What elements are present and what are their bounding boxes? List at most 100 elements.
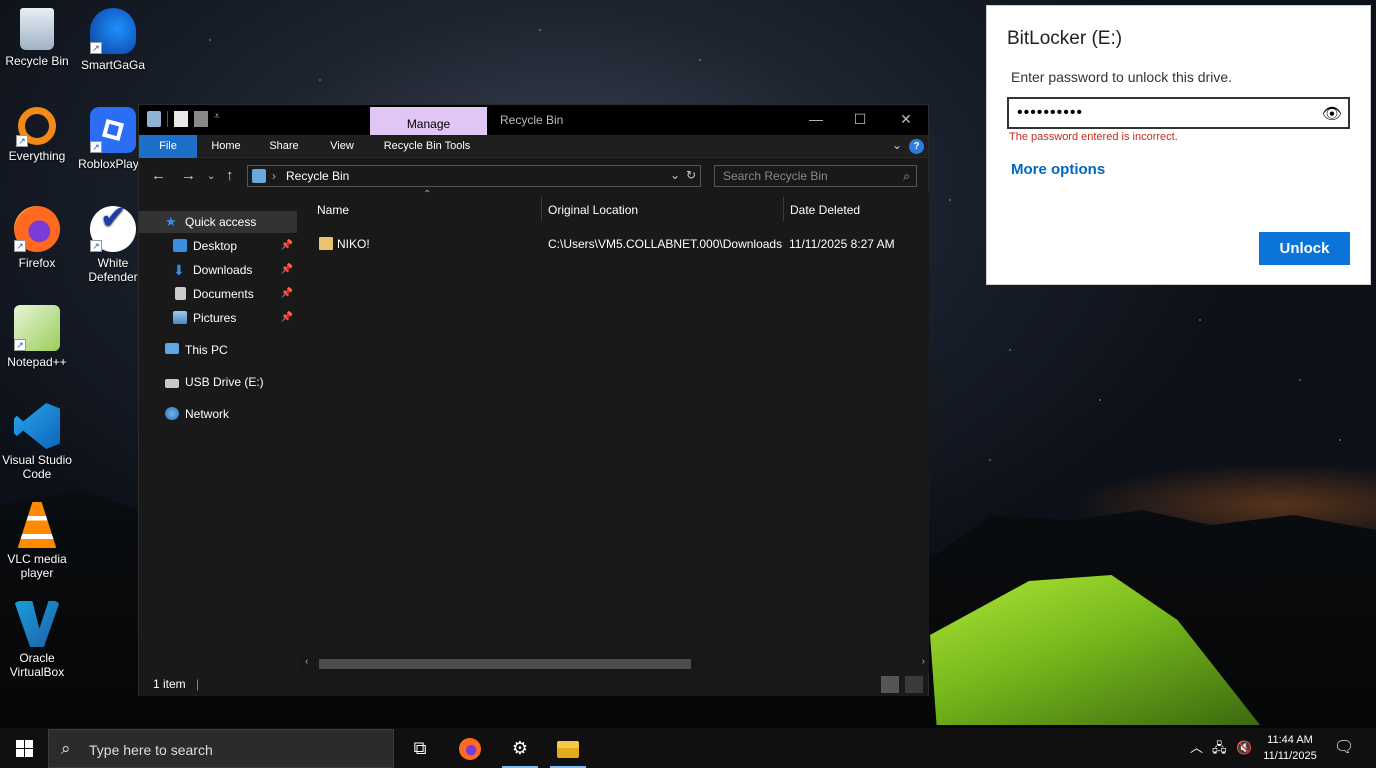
start-button[interactable] xyxy=(0,728,48,768)
scrollbar-thumb[interactable] xyxy=(319,659,691,669)
clock-date: 11/11/2025 xyxy=(1263,750,1317,762)
nav-documents[interactable]: Documents 📌 xyxy=(139,283,297,305)
recent-locations-icon[interactable]: ⌄ xyxy=(207,171,215,182)
back-arrow-icon[interactable]: ← xyxy=(151,167,166,184)
tab-view[interactable]: View xyxy=(317,135,367,158)
nav-downloads[interactable]: ⬇ Downloads 📌 xyxy=(139,259,297,281)
up-arrow-icon[interactable]: ↑ xyxy=(226,167,234,184)
column-header-name[interactable]: Name xyxy=(317,197,349,223)
clock[interactable]: 11:44 AM 11/11/2025 xyxy=(1255,732,1325,764)
column-header-date-deleted[interactable]: Date Deleted xyxy=(790,197,860,223)
desktop-icon-notepadpp[interactable]: ↗ Notepad++ xyxy=(0,305,74,369)
desktop-icon-vscode[interactable]: Visual Studio Code xyxy=(0,403,74,481)
settings-gear-icon[interactable]: ⚙ xyxy=(496,728,544,768)
pin-icon[interactable]: 📌 xyxy=(281,235,293,257)
column-header-original-location[interactable]: Original Location xyxy=(548,197,638,223)
customize-toolbar-icon[interactable]: ⩡ xyxy=(214,111,224,127)
pin-icon[interactable]: 📌 xyxy=(281,259,293,281)
desktop-folder-icon xyxy=(173,239,187,252)
desktop-icon-label: Recycle Bin xyxy=(5,54,69,68)
archive-file-icon xyxy=(319,237,333,250)
cell-name: NIKO! xyxy=(337,237,370,251)
nav-desktop[interactable]: Desktop 📌 xyxy=(139,235,297,257)
desktop-icon-recycle-bin[interactable]: Recycle Bin xyxy=(0,8,74,68)
large-icons-view-button[interactable] xyxy=(905,676,923,693)
task-view-icon[interactable]: ⧉ xyxy=(396,728,444,768)
shortcut-arrow-icon: ↗ xyxy=(14,240,26,252)
maximize-button[interactable]: ☐ xyxy=(845,111,875,128)
nav-label: Desktop xyxy=(193,239,238,253)
desktop-icon-label: Everything xyxy=(8,149,66,163)
close-button[interactable]: ✕ xyxy=(891,111,921,128)
show-hidden-icons-chevron-icon[interactable]: ︿ xyxy=(1190,728,1203,768)
unlock-button[interactable]: Unlock xyxy=(1259,232,1350,265)
nav-pictures[interactable]: Pictures 📌 xyxy=(139,307,297,329)
desktop-icon-virtualbox[interactable]: Oracle VirtualBox xyxy=(0,601,74,679)
error-message: The password entered is incorrect. xyxy=(1009,131,1178,143)
nav-this-pc[interactable]: This PC xyxy=(139,339,297,361)
password-input[interactable] xyxy=(1009,99,1319,127)
nav-label: USB Drive (E:) xyxy=(185,375,264,389)
scroll-right-icon[interactable]: › xyxy=(922,656,925,667)
nav-quick-access[interactable]: ★ Quick access xyxy=(139,211,297,233)
search-input[interactable] xyxy=(715,166,916,186)
pin-icon[interactable]: 📌 xyxy=(281,283,293,305)
scroll-left-icon[interactable]: ‹ xyxy=(305,656,308,667)
manage-tab[interactable]: Manage xyxy=(370,107,487,137)
nav-label: Downloads xyxy=(193,263,253,277)
documents-icon xyxy=(175,287,186,300)
nav-usb-drive[interactable]: USB Drive (E:) xyxy=(139,371,297,393)
desktop-icon-firefox[interactable]: ↗ Firefox xyxy=(0,206,74,270)
desktop-icon-vlc[interactable]: VLC media player xyxy=(0,502,74,580)
address-dropdown-icon[interactable]: ⌄ xyxy=(670,168,680,182)
new-folder-icon[interactable] xyxy=(194,111,208,127)
navigation-bar: ← → ⌄ ↑ › Recycle Bin ⌄ ↻ ⌕ xyxy=(139,159,928,193)
desktop-icon-everything[interactable]: ↗ Everything xyxy=(0,107,74,163)
status-bar: 1 item | xyxy=(139,673,928,696)
file-explorer-taskbar-icon[interactable] xyxy=(544,728,592,768)
dialog-title: BitLocker (E:) xyxy=(1007,28,1123,49)
vlc-cone-icon xyxy=(17,502,57,548)
nav-network[interactable]: Network xyxy=(139,403,297,425)
volume-muted-icon[interactable]: 🔇 xyxy=(1236,728,1252,768)
more-options-link[interactable]: More options xyxy=(1011,161,1105,178)
forward-arrow-icon[interactable]: → xyxy=(181,167,196,184)
password-field[interactable]: 👁 xyxy=(1007,97,1350,129)
minimize-button[interactable]: — xyxy=(801,111,831,127)
network-icon xyxy=(165,407,179,420)
windows-logo-icon xyxy=(16,740,33,757)
virtualbox-icon xyxy=(14,601,60,647)
desktop-icon-smartgaga[interactable]: ↗ SmartGaGa xyxy=(76,8,150,72)
dialog-prompt: Enter password to unlock this drive. xyxy=(1011,69,1232,85)
recycle-bin-small-icon xyxy=(252,169,266,183)
help-icon[interactable]: ? xyxy=(909,139,924,154)
address-bar[interactable]: › Recycle Bin ⌄ ↻ xyxy=(247,165,701,187)
column-divider[interactable] xyxy=(783,197,784,221)
refresh-icon[interactable]: ↻ xyxy=(686,168,696,182)
tab-recycle-bin-tools[interactable]: Recycle Bin Tools xyxy=(377,135,477,158)
taskbar-search-box[interactable]: ⌕ Type here to search xyxy=(48,729,394,768)
table-row[interactable]: NIKO! C:\Users\VM5.COLLABNET.000\Downloa… xyxy=(311,233,921,255)
search-icon: ⌕ xyxy=(903,169,910,183)
notification-center-icon[interactable]: 🗨 xyxy=(1334,728,1354,768)
reveal-password-eye-icon[interactable]: 👁 xyxy=(1322,104,1342,124)
tab-share[interactable]: Share xyxy=(259,135,309,158)
search-box[interactable]: ⌕ xyxy=(714,165,917,187)
tab-file[interactable]: File xyxy=(139,135,197,158)
firefox-icon xyxy=(459,738,481,761)
download-arrow-icon: ⬇ xyxy=(173,262,185,278)
tab-home[interactable]: Home xyxy=(201,135,251,158)
check-icon: ✔ xyxy=(100,199,127,235)
network-tray-icon[interactable]: 🖧 xyxy=(1212,728,1227,768)
nav-label: This PC xyxy=(185,343,228,357)
properties-icon[interactable] xyxy=(174,111,188,127)
pin-icon[interactable]: 📌 xyxy=(281,307,293,329)
expand-ribbon-icon[interactable]: ⌄ xyxy=(892,138,902,152)
firefox-taskbar-icon[interactable] xyxy=(446,728,494,768)
column-divider[interactable] xyxy=(541,197,542,221)
desktop-icon-label: Notepad++ xyxy=(7,355,67,369)
horizontal-scrollbar[interactable]: ‹ › xyxy=(299,656,929,671)
details-view-button[interactable] xyxy=(881,676,899,693)
folder-icon xyxy=(557,740,579,758)
status-divider: | xyxy=(196,677,200,691)
